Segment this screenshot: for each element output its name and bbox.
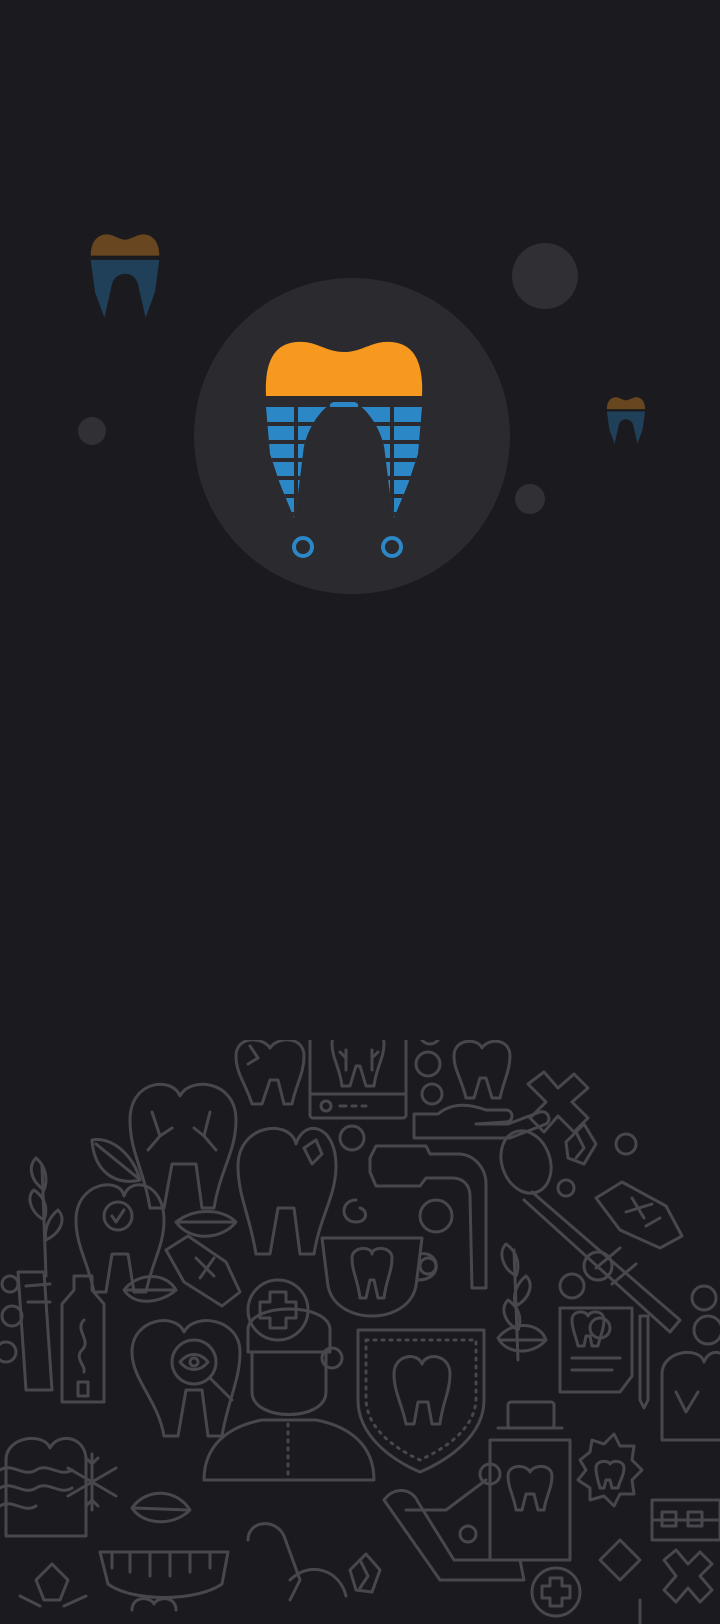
faded-tooth-logo-icon: [90, 234, 160, 318]
toothpaste-icon: [60, 1274, 106, 1404]
decor-bubble-large: [512, 243, 578, 309]
tooth-icon: [234, 1040, 306, 1106]
dentist-icon: [202, 1307, 376, 1482]
splash-screen: [0, 0, 720, 1624]
magnifier-eye-icon: [130, 1319, 242, 1438]
shield-tooth-icon: [356, 1328, 486, 1474]
leaf-icon: [174, 1210, 238, 1238]
cross-icon: [526, 1070, 590, 1134]
dental-doodle-pattern: [0, 1040, 720, 1624]
faded-tooth-logo-icon: [606, 397, 646, 444]
dental-chair-icon: [382, 1462, 526, 1582]
tooth-logo-icon: [265, 341, 423, 558]
tooth-icon: [128, 1082, 238, 1210]
decor-bubble-right: [515, 484, 545, 514]
tooth-icon: [452, 1040, 512, 1100]
decor-bubble-left: [78, 417, 106, 445]
braces-icon: [650, 1498, 720, 1542]
dental-record-icon: [558, 1306, 650, 1410]
mirror-tool-icon: [499, 1129, 682, 1334]
x-ray-tooth-icon: [308, 1040, 408, 1120]
mouthwash-bottle-icon: [488, 1400, 572, 1562]
coffee-cup-tooth-icon: [320, 1236, 438, 1318]
toothbrush-icon: [16, 1270, 54, 1392]
tooth-icon: [236, 1126, 338, 1256]
snowflake-icon: [66, 1452, 118, 1512]
